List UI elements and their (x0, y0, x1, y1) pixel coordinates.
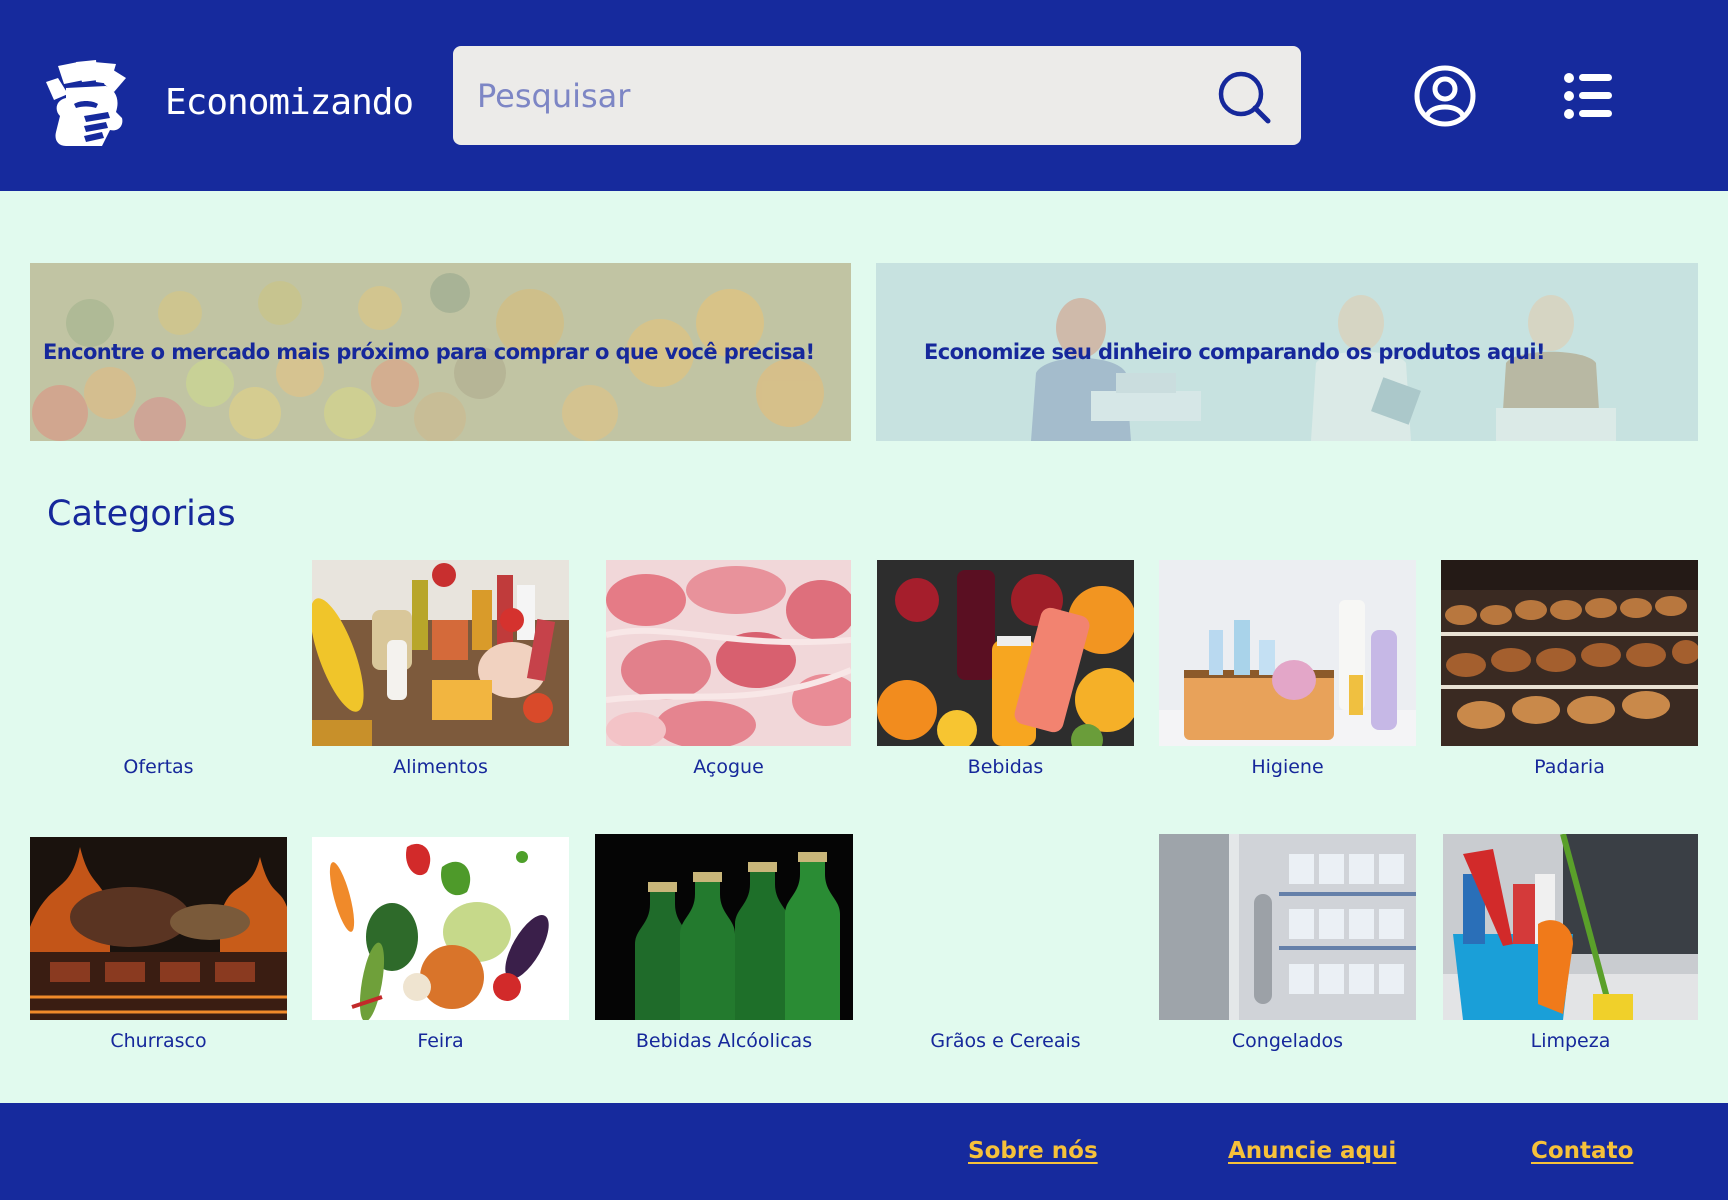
category-congelados[interactable]: Congelados (1159, 834, 1416, 1062)
category-label: Limpeza (1530, 1030, 1611, 1052)
category-label: Feira (417, 1030, 464, 1052)
brand-name[interactable]: Economizando (165, 82, 414, 123)
category-churrasco[interactable]: Churrasco (30, 837, 287, 1062)
user-circle-icon[interactable] (1413, 64, 1477, 128)
category-bebidas-alcoolicas[interactable]: Bebidas Alcóolicas (595, 834, 853, 1062)
category-image-limpeza (1443, 834, 1698, 1020)
category-feira[interactable]: Feira (312, 837, 569, 1062)
category-label: Açogue (693, 756, 764, 778)
category-ofertas[interactable]: Ofertas (30, 560, 287, 785)
category-label: Ofertas (123, 756, 194, 778)
search-bar (453, 46, 1301, 145)
list-menu-icon[interactable] (1563, 72, 1613, 120)
banner-find-market-text: Encontre o mercado mais próximo para com… (43, 340, 815, 364)
footer-link-anuncie-aqui[interactable]: Anuncie aqui (1228, 1138, 1396, 1164)
banner-compare-products-text: Economize seu dinheiro comparando os pro… (924, 340, 1546, 364)
category-acougue[interactable]: Açogue (606, 560, 851, 785)
footer: Sobre nós Anuncie aqui Contato (0, 1103, 1728, 1200)
category-label: Padaria (1534, 756, 1605, 778)
banner-find-market[interactable]: Encontre o mercado mais próximo para com… (30, 263, 851, 441)
category-label: Higiene (1251, 756, 1324, 778)
category-label: Bebidas Alcóolicas (635, 1030, 813, 1052)
category-image-congelados (1159, 834, 1416, 1020)
category-label: Congelados (1231, 1030, 1344, 1052)
category-image-acougue (606, 560, 851, 746)
category-higiene[interactable]: Higiene (1159, 560, 1416, 785)
footer-link-sobre-nos[interactable]: Sobre nós (968, 1138, 1098, 1164)
header: Economizando (0, 0, 1728, 191)
search-icon[interactable] (1217, 70, 1273, 126)
category-image-churrasco (30, 837, 287, 1020)
category-image-higiene (1159, 560, 1416, 746)
category-alimentos[interactable]: Alimentos (312, 560, 569, 785)
logo-icon[interactable] (44, 60, 130, 148)
category-limpeza[interactable]: Limpeza (1443, 834, 1698, 1062)
category-image-bebidas-alcoolicas (595, 834, 853, 1020)
category-bebidas[interactable]: Bebidas (877, 560, 1134, 785)
category-label: Alimentos (393, 756, 488, 778)
banner-compare-products[interactable]: Economize seu dinheiro comparando os pro… (876, 263, 1698, 441)
category-image-padaria (1441, 560, 1698, 746)
category-padaria[interactable]: Padaria (1441, 560, 1698, 785)
category-label: Bebidas (967, 756, 1044, 778)
search-input[interactable] (477, 46, 1217, 145)
category-image-feira (312, 837, 569, 1020)
category-label: Grãos e Cereais (930, 1030, 1081, 1052)
footer-link-contato[interactable]: Contato (1531, 1138, 1633, 1164)
category-image-alimentos (312, 560, 569, 746)
category-image-bebidas (877, 560, 1134, 746)
category-graos-cereais[interactable]: Grãos e Cereais (877, 837, 1134, 1062)
categories-title: Categorias (47, 494, 236, 534)
category-label: Churrasco (110, 1030, 207, 1052)
